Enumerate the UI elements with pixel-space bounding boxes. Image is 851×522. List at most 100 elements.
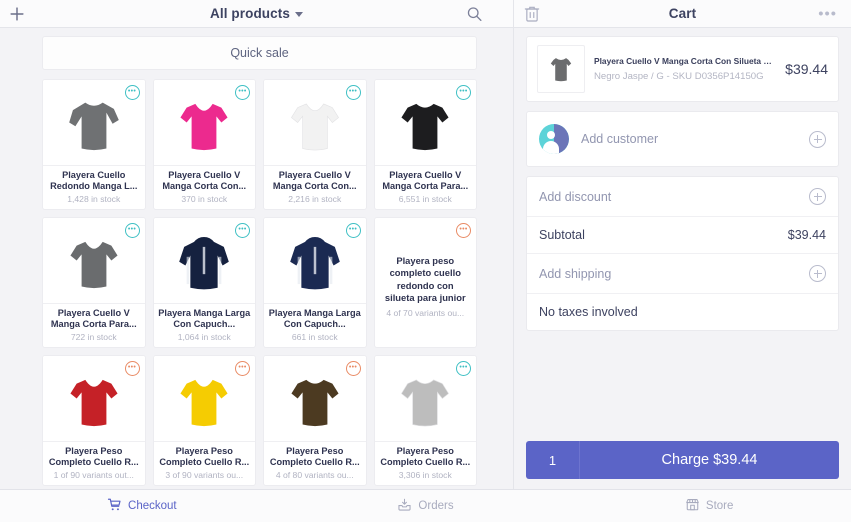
product-card[interactable]: ••• Playera Peso Completo Cuello R... 3,30… [373,355,477,486]
product-title: Playera Cuello V Manga Corta Con... [162,169,247,191]
product-title: Playera Manga Larga Con Capuch... [158,307,251,329]
more-options-icon[interactable]: ••• [818,6,837,21]
product-title: Playera Peso Completo Cuello R... [380,445,471,467]
customer-avatar-icon [539,124,569,154]
plus-icon[interactable] [8,5,26,23]
variant-status-badge-orange[interactable]: ••• [124,361,140,376]
product-card[interactable]: ••• Playera Manga Larga Con Capuch... 1,06… [152,217,256,348]
tab-store[interactable]: Store [567,490,851,522]
variant-status-badge-teal[interactable]: ••• [345,223,361,238]
line-item-thumbnail [537,45,585,93]
variant-status-badge-teal[interactable]: ••• [456,85,471,100]
product-meta: Playera Cuello V Manga Corta Para... 722 … [43,302,145,347]
add-shipping-plus-icon[interactable] [809,265,826,282]
shirt-icon [70,379,118,426]
product-meta: Playera Cuello V Manga Corta Para... 6,55… [374,164,476,209]
cart-panel: Playera Cuello V Manga Corta Con Silueta… [514,28,851,489]
product-card[interactable]: ••• Playera peso completo cuello redondo … [373,217,477,348]
tab-label: Checkout [128,500,177,512]
product-card[interactable]: ••• Playera Peso Completo Cuello R... 1 of… [42,355,146,486]
add-customer-label: Add customer [581,132,659,146]
product-stock: 1,428 in stock [67,194,121,204]
shirt-icon [290,103,339,151]
top-bar: All products Cart ••• [0,0,851,28]
product-card[interactable]: ••• Playera Cuello V Manga Corta Para... 7… [42,217,146,348]
variant-status-badge-orange[interactable]: ••• [235,361,250,376]
product-title: Playera Peso Completo Cuello R... [269,445,360,467]
bottom-tab-bar: Checkout Orders Store [0,489,851,522]
product-meta: Playera Manga Larga Con Capuch... 1,064 i… [153,302,255,347]
product-meta: Playera Cuello V Manga Corta Con... 370 i… [153,164,255,209]
product-stock: 722 in stock [70,332,117,342]
product-card[interactable]: ••• Playera Cuello V Manga Corta Con... 37… [152,79,256,210]
tab-checkout[interactable]: Checkout [0,490,284,522]
charge-quantity[interactable]: 1 [526,441,580,479]
cart-line-item[interactable]: Playera Cuello V Manga Corta Con Silueta… [527,37,838,101]
variant-status-badge-orange[interactable]: ••• [345,361,361,376]
product-meta: Playera Peso Completo Cuello R... 3,306 i… [374,440,476,485]
store-icon [685,497,700,515]
pos-app: All products Cart ••• Quick sale ••• Pla… [0,0,851,522]
product-stock: 3,306 in stock [398,470,452,480]
product-panel: Quick sale ••• Playera Cuello Redondo Man… [0,28,514,489]
shirt-icon [550,58,572,82]
product-title: Playera Peso Completo Cuello R... [159,445,250,467]
add-customer-plus-icon[interactable] [809,130,826,148]
tab-label: Store [705,500,734,512]
charge-area: 1 Charge $39.44 [526,441,839,489]
shirt-icon [180,379,228,426]
shirt-icon [291,379,339,426]
product-stock: 4 of 70 variants ou... [386,308,465,319]
charge-label[interactable]: Charge $39.44 [580,441,839,479]
line-item-title: Playera Cuello V Manga Corta Con Silueta… [594,56,776,67]
product-card[interactable]: ••• Playera Peso Completo Cuello R... 3 of… [152,355,256,486]
product-grid: ••• Playera Cuello Redondo Manga L... 1,42… [42,79,477,489]
product-card[interactable]: ••• Playera Cuello V Manga Corta Con... 2,… [263,79,367,210]
product-filter-label: All products [210,6,290,21]
add-discount-plus-icon[interactable] [809,188,826,205]
product-image: ••• [374,80,476,165]
product-title: Playera Cuello V Manga Corta Para... [382,169,469,191]
add-discount-row[interactable]: Add discount [527,177,838,217]
product-stock: 3 of 90 variants ou... [165,470,244,480]
shirt-icon [70,241,118,288]
variant-status-badge-teal[interactable]: ••• [345,85,361,100]
product-card[interactable]: ••• Playera Manga Larga Con Capuch... 661 … [263,217,367,348]
variant-status-badge-teal[interactable]: ••• [124,85,140,100]
quick-sale-button[interactable]: Quick sale [42,36,477,70]
product-meta: Playera Peso Completo Cuello R... 4 of 80… [264,440,366,485]
add-discount-label: Add discount [539,189,612,204]
product-card[interactable]: ••• Playera Cuello Redondo Manga L... 1,42… [42,79,146,210]
line-item-variant: Negro Jaspe / G - SKU D0356P14150G [594,70,764,82]
taxes-row: No taxes involved [527,294,838,330]
product-image: ••• [264,80,366,165]
shirt-icon [180,103,228,150]
variant-status-badge-teal[interactable]: ••• [235,85,250,100]
variant-status-badge-teal[interactable]: ••• [456,361,471,376]
product-stock: 4 of 80 variants ou... [275,470,354,480]
tab-orders[interactable]: Orders [284,490,568,522]
variant-status-badge-orange[interactable]: ••• [456,223,471,238]
main-body: Quick sale ••• Playera Cuello Redondo Man… [0,28,851,489]
add-customer-row[interactable]: Add customer [526,111,839,167]
search-icon[interactable] [466,5,483,22]
product-card[interactable]: ••• Playera Peso Completo Cuello R... 4 of… [263,355,367,486]
chevron-down-icon [294,12,303,17]
product-title: Playera Cuello Redondo Manga L... [50,169,138,191]
charge-button[interactable]: 1 Charge $39.44 [526,441,839,479]
product-stock: 1 of 90 variants out... [53,470,134,480]
product-title: Playera Peso Completo Cuello R... [48,445,139,467]
product-stock: 1,064 in stock [177,332,231,342]
product-card[interactable]: ••• Playera Cuello V Manga Corta Para... 6… [373,79,477,210]
trash-icon[interactable] [524,5,540,23]
product-filter-dropdown[interactable]: All products [0,6,513,21]
line-item-price: $39.44 [785,61,828,77]
products-header: All products [0,0,514,27]
cart-totals: Add discount Subtotal $39.44 Add shippin… [526,176,839,331]
add-shipping-row[interactable]: Add shipping [527,254,838,294]
shirt-icon [68,102,119,150]
product-title: Playera Cuello V Manga Corta Con... [272,169,357,191]
variant-status-badge-teal[interactable]: ••• [235,223,250,238]
variant-status-badge-teal[interactable]: ••• [124,223,140,238]
tab-label: Orders [418,500,454,512]
